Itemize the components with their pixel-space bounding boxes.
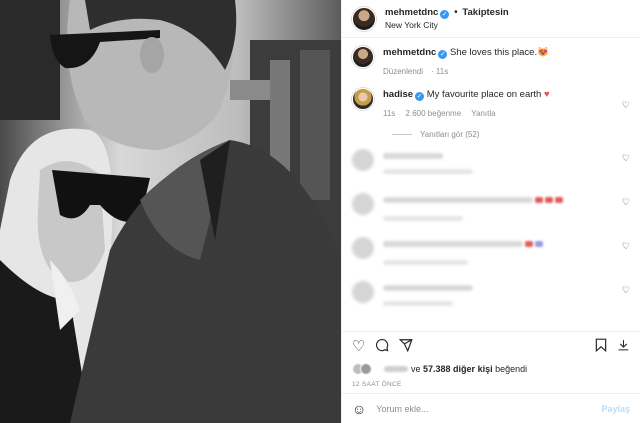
blurred-avatar [352, 193, 374, 215]
likes-prefix: ve [411, 364, 421, 374]
list-item: ♡ [352, 149, 630, 193]
comment-text: My favourite place on earth [426, 89, 542, 100]
comments-section[interactable]: mehmetdnc ✓ She loves this place.😻 Düzenl… [342, 38, 640, 331]
caption-avatar[interactable] [352, 46, 374, 68]
verified-badge-icon: ✓ [415, 92, 425, 101]
blurred-avatar [352, 237, 374, 259]
heart-icon[interactable]: ♡ [352, 339, 365, 354]
list-item: ♡ [352, 281, 630, 325]
comment-like-heart-icon[interactable]: ♡ [622, 153, 630, 164]
following-button[interactable]: Takiptesin [462, 7, 508, 18]
list-item: ♡ [352, 237, 630, 281]
blurred-meta [383, 260, 468, 265]
blurred-text [383, 285, 473, 291]
comment-input[interactable]: Yorum ekle... [376, 404, 601, 414]
post-photo[interactable] [0, 0, 341, 423]
blurred-meta [383, 301, 453, 306]
view-replies[interactable]: Yanıtları gör (52) [392, 130, 630, 139]
blurred-liker-name [384, 366, 408, 372]
post-side-panel: mehmetdnc ✓ • Takiptesin New York City me… [341, 0, 640, 423]
share-icon[interactable] [399, 338, 414, 355]
blurred-avatar [352, 149, 374, 171]
emoji-picker-icon[interactable]: ☺ [352, 401, 366, 417]
blurred-meta [383, 169, 473, 174]
author-info: mehmetdnc ✓ • Takiptesin New York City [385, 7, 509, 31]
caption-time[interactable]: 11s [436, 67, 448, 76]
comment-like-heart-icon[interactable]: ♡ [622, 285, 630, 296]
edited-label: Düzenlendi [383, 67, 424, 76]
verified-badge-icon: ✓ [438, 50, 448, 59]
caption: mehmetdnc ✓ She loves this place.😻 Düzenl… [352, 46, 630, 78]
verified-badge-icon: ✓ [440, 9, 450, 19]
likes-summary[interactable]: ve 57.388 diğer kişi beğendi [342, 361, 640, 377]
caption-username[interactable]: mehmetdnc [383, 47, 436, 58]
blurred-meta [383, 216, 463, 221]
list-item: ♡ [352, 193, 630, 237]
post-image [0, 0, 341, 423]
comment-time[interactable]: 11s [383, 109, 395, 118]
author-username[interactable]: mehmetdnc [385, 7, 438, 18]
blurred-text [383, 153, 443, 159]
download-icon[interactable] [617, 338, 630, 355]
instagram-post-view: mehmetdnc ✓ • Takiptesin New York City me… [0, 0, 640, 423]
commenter-username[interactable]: hadise [383, 89, 413, 100]
comment-like-heart-icon[interactable]: ♡ [622, 100, 630, 111]
blurred-text [383, 241, 523, 247]
add-comment-bar: ☺ Yorum ekle... Paylaş [342, 393, 640, 423]
replies-line [392, 134, 412, 135]
likes-count[interactable]: 57.388 diğer kişi [423, 364, 493, 374]
caption-text: She loves this place.😻 [449, 47, 549, 58]
separator-dot: • [454, 6, 458, 18]
comment-like-heart-icon[interactable]: ♡ [622, 197, 630, 208]
location-link[interactable]: New York City [385, 19, 509, 31]
view-replies-label[interactable]: Yanıtları gör (52) [420, 130, 479, 139]
comment-icon[interactable] [375, 338, 389, 355]
post-comment-button[interactable]: Paylaş [601, 404, 630, 414]
action-bar: ♡ [342, 331, 640, 361]
post-timestamp[interactable]: 12 SAAT ÖNCE [342, 377, 640, 393]
likes-suffix: beğendi [495, 364, 528, 374]
blurred-avatar [352, 281, 374, 303]
comment-likes[interactable]: 2.600 beğenme [406, 109, 462, 118]
commenter-avatar[interactable] [352, 88, 374, 110]
blurred-text [383, 197, 533, 203]
liker-avatars[interactable] [352, 363, 380, 375]
reply-button[interactable]: Yanıtla [471, 109, 495, 118]
comment-hadise: hadise ✓ My favourite place on earth ♥ 11… [352, 88, 630, 120]
red-heart-icon: ♥ [543, 89, 550, 100]
bookmark-icon[interactable] [595, 338, 607, 355]
comment-like-heart-icon[interactable]: ♡ [622, 241, 630, 252]
post-header: mehmetdnc ✓ • Takiptesin New York City [342, 0, 640, 38]
author-avatar[interactable] [352, 6, 376, 31]
